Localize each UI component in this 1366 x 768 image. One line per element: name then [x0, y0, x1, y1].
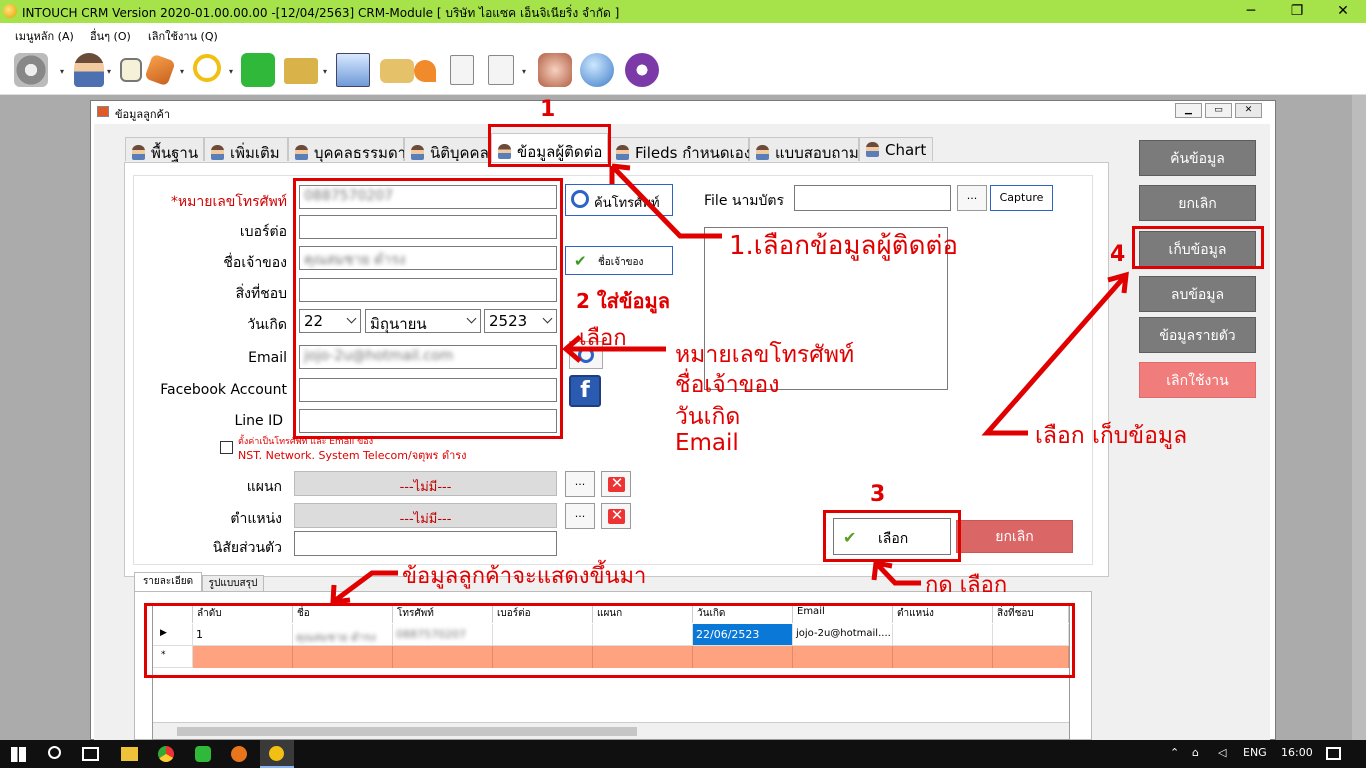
- line-icon[interactable]: [195, 746, 211, 762]
- annotation-step-2-title: 2 ใส่ข้อมูล: [576, 289, 670, 313]
- language-indicator[interactable]: ENG: [1243, 746, 1267, 759]
- annotation-step-4: เลือก เก็บข้อมูล: [1035, 423, 1188, 449]
- chrome-icon[interactable]: [158, 746, 174, 762]
- arrow-1: [610, 164, 722, 239]
- arrow-4: [981, 273, 1128, 436]
- windows-start-icon[interactable]: [11, 747, 26, 762]
- volume-icon[interactable]: ◁: [1218, 746, 1226, 759]
- annotation-step-3: กด เลือก: [925, 573, 1008, 598]
- annotation-list-item: Email: [675, 430, 739, 456]
- arrow-grid: [331, 570, 398, 605]
- tray-chevron-icon[interactable]: ⌃: [1170, 746, 1179, 759]
- crm-app-icon: [269, 746, 284, 761]
- file-explorer-icon[interactable]: [121, 747, 138, 761]
- arrow-1-head-b: [611, 163, 631, 171]
- search-icon[interactable]: [48, 746, 61, 759]
- taskbar: ⌃ ⌂ ◁ ENG 16:00: [0, 740, 1366, 768]
- annotation-list-item: ชื่อเจ้าของ: [675, 372, 780, 398]
- app-orange-icon[interactable]: [231, 746, 247, 762]
- taskbar-crm-app[interactable]: [260, 740, 294, 768]
- step-number-1: 1: [540, 97, 556, 122]
- task-view-icon[interactable]: [82, 747, 99, 761]
- clock[interactable]: 16:00: [1281, 746, 1313, 759]
- annotation-step-1: 1.เลือกข้อมูลผู้ติดต่อ: [729, 231, 958, 261]
- main-scrollbar[interactable]: [1352, 95, 1366, 740]
- annotation-grid-note: ข้อมูลลูกค้าจะแสดงขึ้นมา: [402, 564, 647, 589]
- step-number-4: 4: [1110, 242, 1126, 267]
- network-icon[interactable]: ⌂: [1192, 746, 1199, 759]
- notification-icon[interactable]: [1326, 747, 1341, 760]
- step-number-3: 3: [870, 482, 886, 507]
- annotation-step-2-sub: เลือก: [579, 326, 627, 351]
